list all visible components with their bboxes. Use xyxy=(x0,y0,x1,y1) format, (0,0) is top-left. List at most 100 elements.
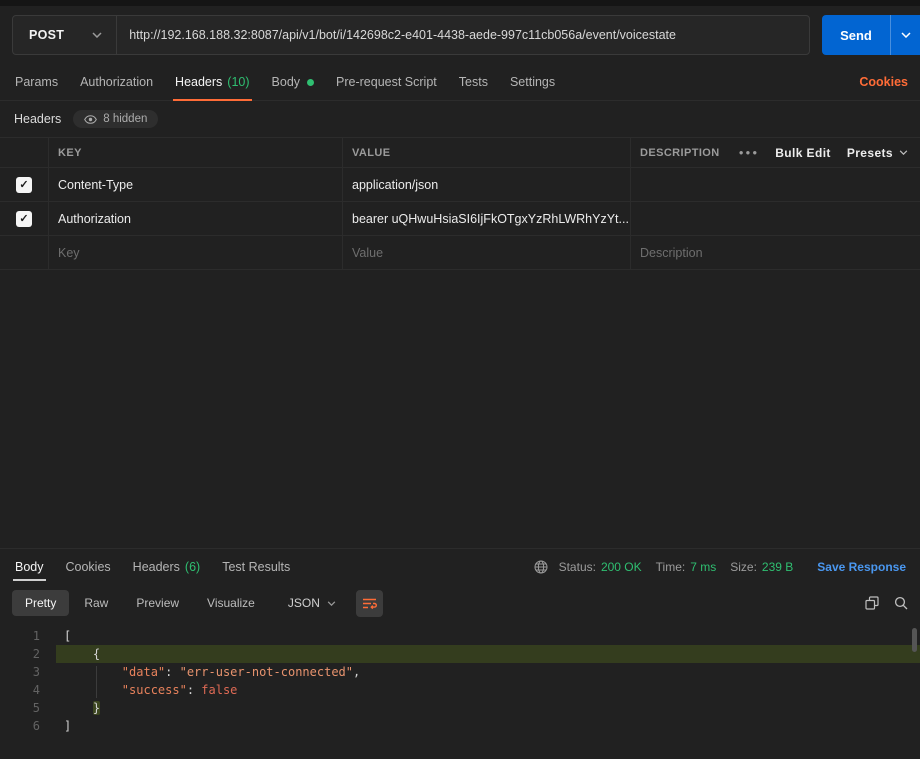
header-value-cell[interactable]: Value xyxy=(342,236,630,269)
tab-pre-request-script[interactable]: Pre-request Script xyxy=(325,64,448,100)
code-token: "data" xyxy=(121,665,166,679)
format-dropdown[interactable]: JSON xyxy=(278,590,346,616)
line-number: 6 xyxy=(32,719,40,733)
save-response-button[interactable]: Save Response xyxy=(817,560,906,574)
url-group: POST http://192.168.188.32:8087/api/v1/b… xyxy=(12,15,810,55)
code-line: 1[ xyxy=(0,627,920,645)
response-body-viewer[interactable]: 1[2 {3 "data": "err-user-not-connected",… xyxy=(0,622,920,759)
bulk-edit-button[interactable]: Bulk Edit xyxy=(775,146,831,160)
header-value-cell[interactable]: application/json xyxy=(342,168,630,201)
column-header-value: VALUE xyxy=(342,138,630,167)
response-toolbar: Pretty Raw Preview Visualize JSON xyxy=(0,584,920,622)
status-value: 200 OK xyxy=(600,559,642,574)
code-token: , xyxy=(353,665,361,679)
eye-icon xyxy=(84,114,98,124)
response-tab-body[interactable]: Body xyxy=(4,549,55,584)
response-tab-headers[interactable]: Headers (6) xyxy=(122,549,212,584)
copy-icon[interactable] xyxy=(865,596,879,610)
tab-params[interactable]: Params xyxy=(4,64,69,100)
tab-settings[interactable]: Settings xyxy=(499,64,566,100)
line-content: "data": "err-user-not-connected", xyxy=(56,663,920,681)
chevron-down-icon xyxy=(899,150,908,155)
line-content: [ xyxy=(56,627,920,645)
table-row-empty: Key Value Description xyxy=(0,236,920,270)
view-tab-raw[interactable]: Raw xyxy=(71,590,121,616)
header-value: bearer uQHwuHsiaSI6IjFkOTgxYzRhLWRhYzYt.… xyxy=(352,211,629,226)
more-options-icon[interactable]: ●●● xyxy=(739,148,760,157)
code-token: } xyxy=(92,701,101,715)
tab-label: Headers xyxy=(175,75,223,89)
tab-authorization[interactable]: Authorization xyxy=(69,64,164,100)
tab-headers[interactable]: Headers (10) xyxy=(164,64,260,101)
code-line: 6] xyxy=(0,717,920,735)
cookies-link[interactable]: Cookies xyxy=(859,75,910,89)
code-token: "success" xyxy=(121,683,187,697)
header-description-cell[interactable] xyxy=(630,202,920,235)
key-placeholder: Key xyxy=(58,245,80,260)
response-panel: Body Cookies Headers (6) Test Results Status… xyxy=(0,548,920,759)
presets-dropdown[interactable]: Presets xyxy=(847,146,908,160)
row-checkbox[interactable]: ✓ xyxy=(16,210,32,227)
search-icon[interactable] xyxy=(894,596,908,610)
header-key-cell[interactable]: Content-Type xyxy=(48,168,342,201)
select-all-column xyxy=(0,138,48,167)
scrollbar-thumb[interactable] xyxy=(912,628,917,652)
url-input[interactable]: http://192.168.188.32:8087/api/v1/bot/i/… xyxy=(117,16,809,54)
header-key: Authorization xyxy=(58,211,131,226)
headers-subbar: Headers 8 hidden xyxy=(0,101,920,137)
response-meta: Status: 200 OK Time: 7 ms Size: 239 B Sa… xyxy=(534,560,906,574)
value-placeholder: Value xyxy=(352,245,384,260)
view-tab-pretty[interactable]: Pretty xyxy=(12,590,70,616)
tab-count: (6) xyxy=(184,559,201,574)
code-token: { xyxy=(64,647,101,661)
response-tabs: Body Cookies Headers (6) Test Results Status… xyxy=(0,549,920,584)
header-key-cell[interactable]: Authorization xyxy=(48,202,342,235)
header-value-cell[interactable]: bearer uQHwuHsiaSI6IjFkOTgxYzRhLWRhYzYt.… xyxy=(342,202,630,235)
response-tab-cookies[interactable]: Cookies xyxy=(55,549,122,584)
presets-label: Presets xyxy=(846,145,893,160)
response-toolbar-right xyxy=(865,596,908,610)
headers-table: KEY VALUE DESCRIPTION ●●● Bulk Edit Pres… xyxy=(0,137,920,270)
send-button[interactable]: Send xyxy=(822,15,890,55)
view-tab-visualize[interactable]: Visualize xyxy=(194,590,268,616)
line-number: 4 xyxy=(32,683,40,697)
method-dropdown[interactable]: POST xyxy=(13,16,118,54)
tab-body[interactable]: Body xyxy=(261,64,326,100)
hidden-headers-label: 8 hidden xyxy=(103,113,148,125)
tab-label: Headers xyxy=(132,559,180,574)
column-header-key: KEY xyxy=(48,138,342,167)
unsaved-dot xyxy=(307,78,315,86)
code-token: false xyxy=(201,683,238,697)
code-line: 2 { xyxy=(0,645,920,663)
send-options-caret[interactable] xyxy=(890,15,920,55)
wrap-text-icon xyxy=(362,598,377,609)
line-number: 1 xyxy=(32,629,40,643)
code-token: "err-user-not-connected" xyxy=(179,665,353,679)
tab-label: Tests xyxy=(458,75,488,89)
method-label: POST xyxy=(29,28,65,42)
view-tab-preview[interactable]: Preview xyxy=(123,590,192,616)
globe-icon[interactable] xyxy=(534,560,548,574)
description-placeholder: Description xyxy=(640,245,703,260)
header-key-cell[interactable]: Key xyxy=(48,236,342,269)
time-value: 7 ms xyxy=(690,559,717,574)
tab-label: Params xyxy=(15,75,59,89)
code-token: ] xyxy=(64,719,72,733)
code-token: [ xyxy=(64,629,72,643)
header-description-cell[interactable] xyxy=(630,168,920,201)
tab-tests[interactable]: Tests xyxy=(448,64,499,100)
line-content: } xyxy=(56,699,920,717)
line-number: 2 xyxy=(32,647,40,661)
hidden-headers-toggle[interactable]: 8 hidden xyxy=(73,110,159,128)
format-label: JSON xyxy=(287,596,320,610)
header-description-cell[interactable]: Description xyxy=(630,236,920,269)
tab-label: Pre-request Script xyxy=(336,75,437,89)
row-checkbox[interactable]: ✓ xyxy=(16,176,32,193)
wrap-text-button[interactable] xyxy=(355,589,383,617)
view-mode-switch: Pretty Raw Preview Visualize xyxy=(12,590,268,616)
headers-table-header: KEY VALUE DESCRIPTION ●●● Bulk Edit Pres… xyxy=(0,138,920,168)
response-tab-test-results[interactable]: Test Results xyxy=(211,549,301,584)
